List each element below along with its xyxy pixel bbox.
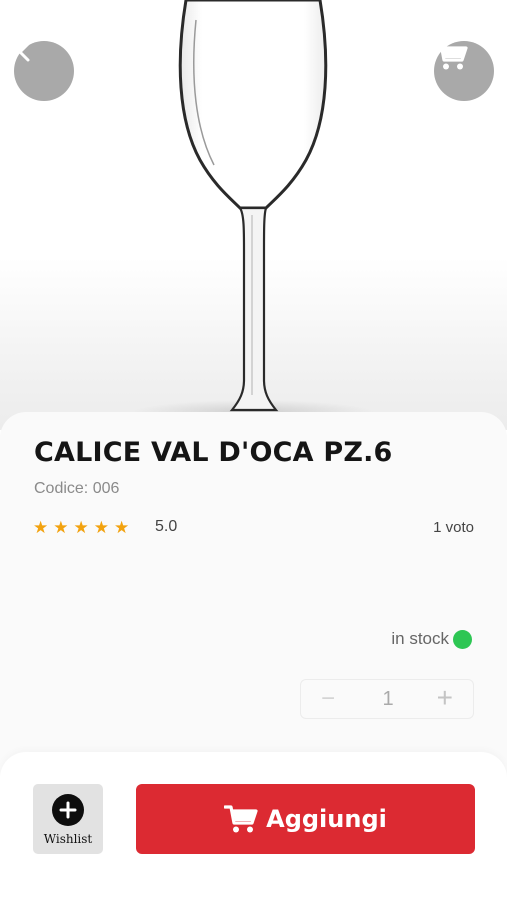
- star-icon: ★: [33, 518, 49, 537]
- cart-icon: [224, 805, 258, 833]
- star-icon: ★: [53, 518, 69, 537]
- stock-status: in stock: [391, 629, 449, 648]
- add-to-cart-button[interactable]: Aggiungi: [136, 784, 475, 854]
- wine-glass-image: [133, 0, 373, 424]
- product-code: Codice: 006: [34, 480, 120, 497]
- back-button[interactable]: [14, 41, 74, 101]
- wishlist-label: Wishlist: [43, 832, 93, 846]
- wishlist-button[interactable]: Wishlist: [33, 784, 103, 854]
- plus-circle-icon: [52, 794, 84, 826]
- rating-value: 5.0: [155, 518, 178, 535]
- cart-icon: [434, 42, 468, 70]
- add-button-label: Aggiungi: [266, 805, 387, 833]
- star-icon: ★: [73, 518, 89, 537]
- stock-indicator-dot: [453, 630, 472, 649]
- product-image: [0, 0, 507, 430]
- increment-button[interactable]: +: [437, 682, 453, 714]
- votes-count[interactable]: 1 voto: [433, 519, 474, 536]
- quantity-stepper: − 1 +: [300, 679, 474, 719]
- product-title: CALICE VAL D'OCA PZ.6: [34, 437, 393, 468]
- chevron-left-icon: [18, 42, 30, 62]
- rating-stars: ★ ★ ★ ★ ★: [33, 518, 129, 538]
- star-icon: ★: [93, 518, 109, 537]
- star-icon: ★: [114, 518, 130, 537]
- cart-button[interactable]: [434, 41, 494, 101]
